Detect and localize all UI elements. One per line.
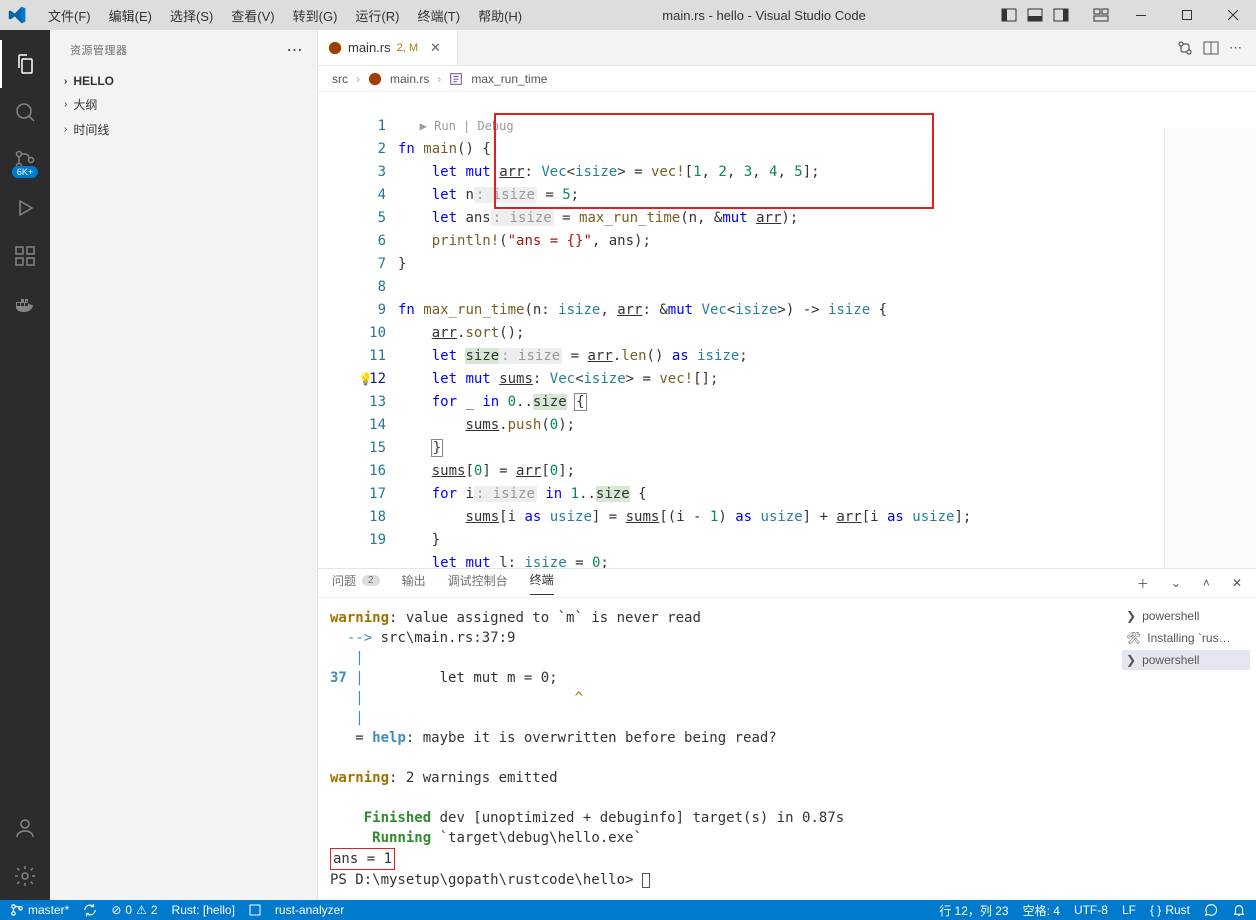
window-controls — [1118, 0, 1256, 30]
terminal-entry[interactable]: ❯powershell — [1122, 606, 1250, 626]
section-label: 时间线 — [73, 121, 109, 138]
terminal-icon: ❯ — [1126, 609, 1136, 623]
panel-tab-output[interactable]: 输出 — [402, 572, 426, 595]
section-label: HELLO — [73, 74, 114, 88]
status-cursor-position[interactable]: 行 12，列 23 — [939, 902, 1008, 919]
problems-count-badge: 2 — [362, 575, 380, 586]
split-editor-icon[interactable] — [1203, 40, 1219, 56]
section-label: 大纲 — [73, 96, 97, 113]
window-title: main.rs - hello - Visual Studio Code — [530, 8, 998, 23]
minimap[interactable] — [1164, 128, 1256, 568]
editor-tabs: main.rs 2, M ✕ ⋯ — [318, 30, 1256, 66]
terminal-dropdown-icon[interactable]: ⌄ — [1171, 576, 1181, 590]
tab-git-status: 2, M — [397, 42, 418, 54]
editor-area: main.rs 2, M ✕ ⋯ src› main.rs› max_run_t… — [318, 30, 1256, 900]
status-notifications-icon[interactable] — [1232, 903, 1246, 917]
menu-bar: 文件(F) 编辑(E) 选择(S) 查看(V) 转到(G) 运行(R) 终端(T… — [40, 2, 530, 29]
status-bar: master* ⊘0⚠2 Rust: [hello] rust-analyzer… — [0, 900, 1256, 920]
menu-go[interactable]: 转到(G) — [285, 2, 346, 29]
activity-docker[interactable] — [0, 280, 50, 328]
titlebar: 文件(F) 编辑(E) 选择(S) 查看(V) 转到(G) 运行(R) 终端(T… — [0, 0, 1256, 30]
scm-badge: 6K+ — [12, 166, 38, 178]
panel-tabs: 问题2 输出 调试控制台 终端 ＋ ⌄ ˄ ✕ — [318, 569, 1256, 598]
activity-source-control[interactable]: 6K+ — [0, 136, 50, 184]
code-editor[interactable]: 12345678910111213141516171819 ▶ Run | De… — [318, 92, 1256, 568]
breadcrumb[interactable]: src› main.rs› max_run_time — [318, 66, 1256, 92]
tab-main-rs[interactable]: main.rs 2, M ✕ — [318, 30, 458, 65]
activity-search[interactable] — [0, 88, 50, 136]
chevron-right-icon: › — [64, 99, 67, 110]
status-rust-project[interactable]: Rust: [hello] — [172, 903, 235, 917]
breadcrumb-part[interactable]: src — [332, 72, 348, 86]
terminal-list: ❯powershell 🛠Installing `rus… ❯powershel… — [1116, 598, 1256, 900]
chevron-right-icon: › — [64, 124, 67, 135]
new-terminal-icon[interactable]: ＋ — [1137, 575, 1149, 592]
activity-bar: 6K+ — [0, 30, 50, 900]
status-eol[interactable]: LF — [1122, 903, 1136, 917]
status-branch[interactable]: master* — [10, 903, 69, 917]
sidebar-more-icon[interactable]: ⋯ — [287, 40, 304, 60]
chevron-right-icon: › — [64, 76, 67, 87]
annotation-red-box — [494, 113, 934, 209]
minimize-button[interactable] — [1118, 0, 1164, 30]
maximize-panel-icon[interactable]: ˄ — [1203, 576, 1210, 590]
close-panel-icon[interactable]: ✕ — [1232, 576, 1242, 590]
menu-file[interactable]: 文件(F) — [40, 2, 99, 29]
customize-layout-icon[interactable] — [1090, 4, 1112, 26]
breadcrumb-part[interactable]: max_run_time — [471, 72, 547, 86]
gutter: 12345678910111213141516171819 — [318, 92, 398, 568]
panel-tab-debug-console[interactable]: 调试控制台 — [448, 572, 508, 595]
terminal-entry[interactable]: ❯powershell — [1122, 650, 1250, 670]
status-rust-analyzer[interactable]: rust-analyzer — [275, 903, 344, 917]
activity-run-debug[interactable] — [0, 184, 50, 232]
symbol-function-icon — [449, 72, 463, 86]
tab-close-icon[interactable]: ✕ — [430, 40, 441, 56]
menu-help[interactable]: 帮助(H) — [470, 2, 530, 29]
compare-changes-icon[interactable] — [1177, 40, 1193, 56]
close-button[interactable] — [1210, 0, 1256, 30]
sidebar-section-outline[interactable]: › 大纲 — [50, 92, 317, 117]
panel-tab-problems[interactable]: 问题2 — [332, 572, 380, 595]
status-indentation[interactable]: 空格: 4 — [1023, 902, 1060, 919]
terminal-cursor — [642, 873, 650, 888]
status-encoding[interactable]: UTF-8 — [1074, 903, 1108, 917]
layout-left-icon[interactable] — [998, 4, 1020, 26]
sidebar-explorer: 资源管理器 ⋯ › HELLO › 大纲 › 时间线 — [50, 30, 318, 900]
status-feedback-icon[interactable] — [1204, 903, 1218, 917]
status-sync[interactable] — [83, 903, 97, 917]
layout-right-icon[interactable] — [1050, 4, 1072, 26]
menu-terminal[interactable]: 终端(T) — [409, 2, 468, 29]
bottom-panel: 问题2 输出 调试控制台 终端 ＋ ⌄ ˄ ✕ warning: value a… — [318, 568, 1256, 900]
rust-file-icon — [368, 72, 382, 86]
annotation-red-box-small: ans = 1 — [330, 848, 395, 870]
activity-extensions[interactable] — [0, 232, 50, 280]
sidebar-title: 资源管理器 — [70, 42, 128, 58]
menu-view[interactable]: 查看(V) — [223, 2, 282, 29]
layout-bottom-icon[interactable] — [1024, 4, 1046, 26]
tools-icon: 🛠 — [1126, 631, 1141, 645]
code-content[interactable]: ▶ Run | Debug fn main() { let mut arr: V… — [398, 92, 971, 568]
tab-filename: main.rs — [348, 40, 391, 55]
status-language[interactable]: { } Rust — [1150, 903, 1190, 917]
activity-accounts[interactable] — [0, 804, 50, 852]
rust-file-icon — [328, 41, 342, 55]
status-problems[interactable]: ⊘0⚠2 — [111, 903, 157, 917]
sidebar-section-hello[interactable]: › HELLO — [50, 70, 317, 92]
breadcrumb-part[interactable]: main.rs — [390, 72, 429, 86]
status-rust-run[interactable] — [249, 904, 261, 916]
terminal-entry[interactable]: 🛠Installing `rus… — [1122, 628, 1250, 648]
more-actions-icon[interactable]: ⋯ — [1229, 40, 1242, 56]
maximize-button[interactable] — [1164, 0, 1210, 30]
terminal-output[interactable]: warning: value assigned to `m` is never … — [318, 598, 1116, 900]
menu-selection[interactable]: 选择(S) — [162, 2, 221, 29]
vscode-logo-icon — [8, 6, 26, 24]
title-layout-controls — [998, 4, 1118, 26]
sidebar-section-timeline[interactable]: › 时间线 — [50, 117, 317, 142]
panel-tab-terminal[interactable]: 终端 — [530, 571, 554, 595]
terminal-icon: ❯ — [1126, 653, 1136, 667]
activity-explorer[interactable] — [0, 40, 50, 88]
menu-edit[interactable]: 编辑(E) — [101, 2, 160, 29]
activity-settings[interactable] — [0, 852, 50, 900]
menu-run[interactable]: 运行(R) — [347, 2, 407, 29]
